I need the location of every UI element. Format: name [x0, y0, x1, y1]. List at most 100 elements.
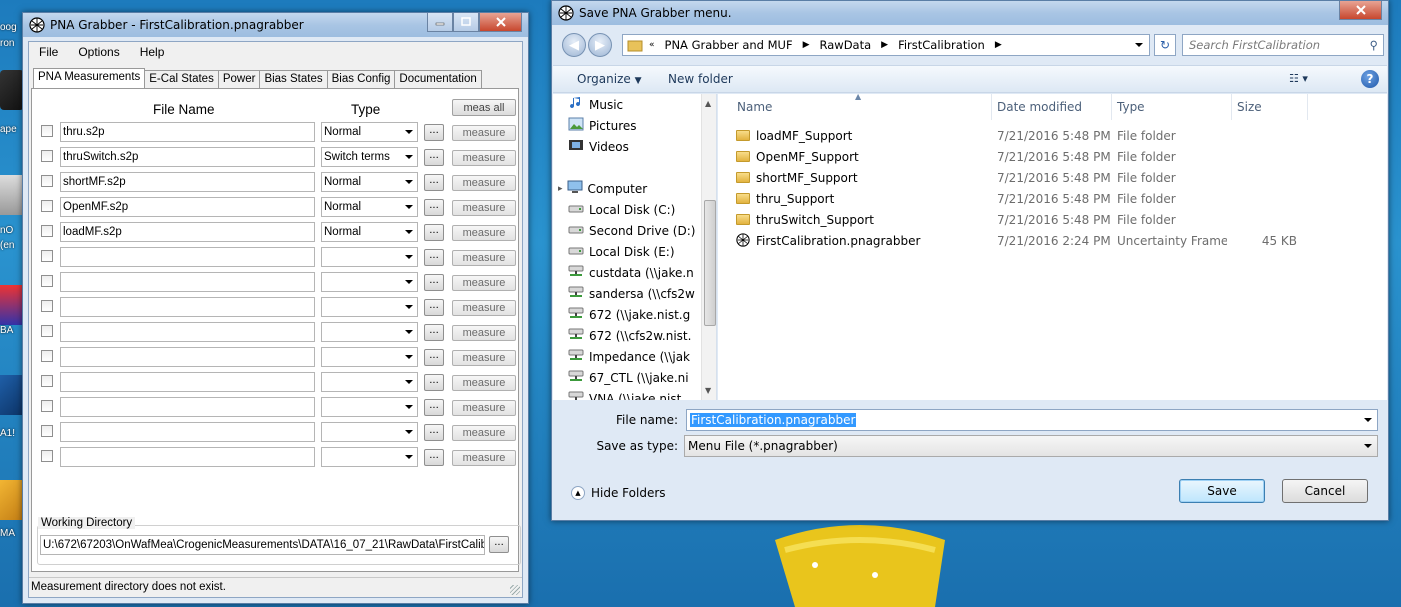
type-select[interactable] — [321, 247, 418, 267]
chevron-down-icon[interactable] — [1364, 444, 1372, 448]
file-name-input[interactable] — [60, 372, 315, 392]
row-checkbox[interactable] — [41, 275, 53, 287]
type-select[interactable] — [321, 397, 418, 417]
browse-file-button[interactable]: ... — [424, 199, 444, 216]
minimize-button[interactable] — [427, 13, 453, 32]
browse-file-button[interactable]: ... — [424, 424, 444, 441]
type-select[interactable]: Normal — [321, 172, 418, 192]
scroll-up-icon[interactable]: ▲ — [705, 99, 711, 108]
resize-grip-icon[interactable] — [510, 585, 520, 595]
file-name-input[interactable] — [60, 347, 315, 367]
nav-item[interactable]: Local Disk (C:) — [568, 199, 675, 220]
breadcrumb-rawdata[interactable]: RawData — [820, 35, 872, 55]
type-select[interactable] — [321, 447, 418, 467]
row-checkbox[interactable] — [41, 400, 53, 412]
file-name-input[interactable] — [60, 322, 315, 342]
organize-button[interactable]: Organize ▼ — [577, 72, 642, 86]
save-button[interactable]: Save — [1179, 479, 1265, 503]
type-select[interactable]: Normal — [321, 122, 418, 142]
type-select[interactable]: Normal — [321, 222, 418, 242]
file-name-input[interactable] — [60, 272, 315, 292]
browse-file-button[interactable]: ... — [424, 374, 444, 391]
desktop-app-icon[interactable] — [0, 70, 24, 110]
tab-bias-states[interactable]: Bias States — [259, 70, 328, 89]
browse-file-button[interactable]: ... — [424, 324, 444, 341]
measure-button[interactable]: measure — [452, 250, 516, 266]
desktop-app-icon[interactable] — [0, 375, 24, 415]
column-header-size[interactable]: Size — [1232, 94, 1308, 120]
maximize-button[interactable] — [453, 13, 479, 32]
measure-button[interactable]: measure — [452, 175, 516, 191]
chevron-right-icon[interactable]: ▶ — [995, 35, 1002, 55]
view-options-icon[interactable]: ☷ ▾ — [1289, 72, 1308, 85]
back-button[interactable]: ◀ — [562, 33, 586, 57]
browse-file-button[interactable]: ... — [424, 249, 444, 266]
row-checkbox[interactable] — [41, 375, 53, 387]
file-row[interactable]: shortMF_Support 7/21/2016 5:48 PM File fol… — [718, 168, 1387, 189]
file-row[interactable]: FirstCalibration.pnagrabber 7/21/2016 2:2… — [718, 231, 1387, 252]
measure-button[interactable]: measure — [452, 200, 516, 216]
close-button[interactable] — [479, 13, 522, 32]
file-row[interactable]: thruSwitch_Support 7/21/2016 5:48 PM File … — [718, 210, 1387, 231]
measure-button[interactable]: measure — [452, 275, 516, 291]
browse-file-button[interactable]: ... — [424, 274, 444, 291]
row-checkbox[interactable] — [41, 450, 53, 462]
measure-button[interactable]: measure — [452, 325, 516, 341]
menu-help[interactable]: Help — [130, 45, 175, 59]
file-name-input[interactable]: thruSwitch.s2p — [60, 147, 315, 167]
browse-file-button[interactable]: ... — [424, 124, 444, 141]
measure-button[interactable]: measure — [452, 450, 516, 466]
column-header-date[interactable]: Date modified — [992, 94, 1112, 120]
type-select[interactable] — [321, 322, 418, 342]
file-name-input[interactable]: OpenMF.s2p — [60, 197, 315, 217]
measure-button[interactable]: measure — [452, 350, 516, 366]
measure-button[interactable]: measure — [452, 400, 516, 416]
type-select[interactable]: Normal — [321, 197, 418, 217]
working-directory-input[interactable]: U:\672\67203\OnWafMea\CrogenicMeasuremen… — [40, 535, 485, 555]
nav-item[interactable]: ▸ Computer — [558, 178, 647, 199]
desktop-app-icon[interactable] — [0, 175, 24, 215]
nav-item[interactable]: sandersa (\\cfs2w — [568, 283, 695, 304]
file-row[interactable]: thru_Support 7/21/2016 5:48 PM File folder — [718, 189, 1387, 210]
tab-ecal-states[interactable]: E-Cal States — [144, 70, 219, 89]
browse-file-button[interactable]: ... — [424, 149, 444, 166]
type-select[interactable] — [321, 272, 418, 292]
address-dropdown-icon[interactable] — [1135, 43, 1143, 47]
tab-power[interactable]: Power — [217, 70, 261, 89]
row-checkbox[interactable] — [41, 150, 53, 162]
save-dialog-titlebar[interactable]: Save PNA Grabber menu. — [552, 1, 1388, 25]
browse-file-button[interactable]: ... — [424, 349, 444, 366]
save-as-type-select[interactable]: Menu File (*.pnagrabber) — [684, 435, 1378, 457]
measure-button[interactable]: measure — [452, 225, 516, 241]
column-header-name[interactable]: Name — [732, 94, 992, 120]
browse-file-button[interactable]: ... — [424, 449, 444, 466]
type-select[interactable] — [321, 347, 418, 367]
tab-documentation[interactable]: Documentation — [394, 70, 482, 89]
nav-item[interactable]: Second Drive (D:) — [568, 220, 695, 241]
nav-item[interactable]: 67_CTL (\\jake.ni — [568, 367, 689, 388]
breadcrumb-overflow[interactable]: « — [649, 35, 655, 55]
file-name-input[interactable]: loadMF.s2p — [60, 222, 315, 242]
meas-all-button[interactable]: meas all — [452, 99, 516, 116]
browse-file-button[interactable]: ... — [424, 299, 444, 316]
nav-item[interactable]: VNA (\\jake.nist — [568, 388, 681, 400]
chevron-down-icon[interactable] — [1364, 418, 1372, 422]
browse-file-button[interactable]: ... — [424, 174, 444, 191]
menu-options[interactable]: Options — [68, 45, 129, 59]
menu-file[interactable]: File — [29, 45, 68, 59]
new-folder-button[interactable]: New folder — [668, 72, 733, 86]
type-select[interactable]: Switch terms — [321, 147, 418, 167]
file-name-input[interactable]: shortMF.s2p — [60, 172, 315, 192]
type-select[interactable] — [321, 422, 418, 442]
save-dialog-close-button[interactable] — [1339, 1, 1382, 20]
nav-scrollbar[interactable]: ▲ ▼ — [701, 94, 716, 400]
file-name-input[interactable]: FirstCalibration.pnagrabber — [686, 409, 1378, 431]
file-name-input[interactable] — [60, 447, 315, 467]
row-checkbox[interactable] — [41, 425, 53, 437]
browse-file-button[interactable]: ... — [424, 399, 444, 416]
file-name-input[interactable] — [60, 247, 315, 267]
chevron-right-icon[interactable]: ▶ — [881, 35, 888, 55]
nav-item[interactable]: 672 (\\jake.nist.g — [568, 304, 690, 325]
measure-button[interactable]: measure — [452, 375, 516, 391]
row-checkbox[interactable] — [41, 350, 53, 362]
